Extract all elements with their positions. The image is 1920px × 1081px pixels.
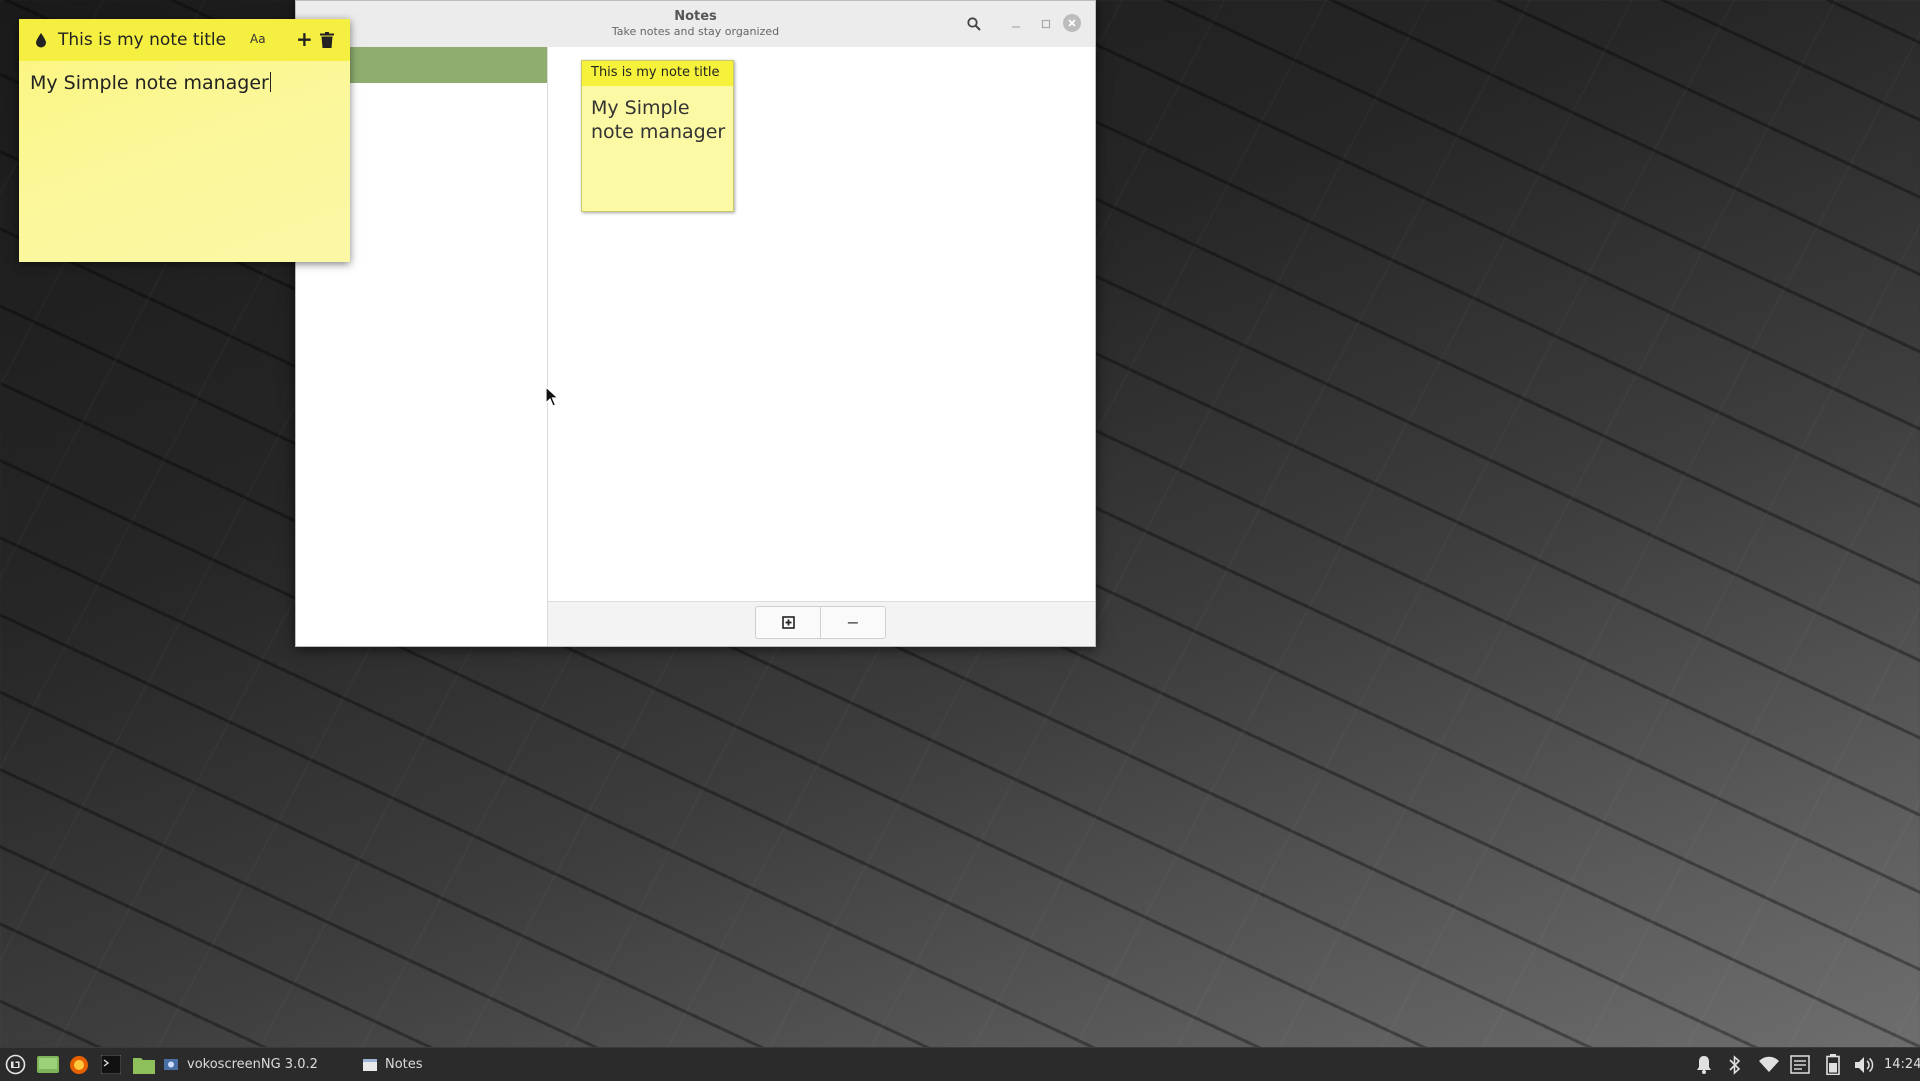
vokoscreen-icon (164, 1058, 178, 1070)
clock[interactable]: 14:24 (1884, 1057, 1920, 1072)
terminal-icon (101, 1055, 121, 1074)
volume-icon (1855, 1056, 1874, 1073)
start-menu-button[interactable] (5, 1054, 26, 1075)
wifi-icon (1759, 1056, 1779, 1072)
firefox-icon (70, 1055, 88, 1074)
show-desktop-button[interactable] (37, 1054, 59, 1075)
add-sticky-button[interactable]: + (296, 27, 313, 51)
clipboard-tray[interactable] (1790, 1054, 1810, 1075)
bluetooth-tray[interactable] (1728, 1054, 1742, 1075)
sticky-note-header[interactable]: This is my note title Aa + (19, 19, 350, 61)
task-notes[interactable]: Notes (363, 1054, 423, 1075)
text-caret (269, 72, 271, 92)
sticky-note-body: My Simple note manager (30, 72, 269, 94)
battery-icon (1826, 1054, 1840, 1075)
notes-window: Notes Take notes and stay organized This… (295, 0, 1096, 647)
note-card-title: This is my note title (582, 61, 733, 86)
color-drop-icon[interactable] (35, 32, 47, 48)
mint-menu-icon (5, 1054, 26, 1075)
maximize-icon (1041, 19, 1051, 29)
add-note-icon (781, 616, 795, 629)
minimize-icon (1012, 26, 1020, 28)
wifi-tray[interactable] (1758, 1054, 1780, 1075)
bluetooth-icon (1729, 1054, 1741, 1075)
sticky-note-window[interactable]: This is my note title Aa + My Simple not… (19, 19, 350, 262)
notes-app-icon (363, 1058, 377, 1071)
notifications-tray[interactable] (1695, 1054, 1713, 1075)
close-icon (1068, 19, 1076, 27)
desktop-icon (37, 1056, 59, 1073)
remove-note-icon: − (846, 613, 860, 632)
font-size-icon[interactable]: Aa (250, 32, 266, 46)
note-card-body: My Simple note manager (591, 97, 726, 143)
search-button[interactable] (963, 13, 985, 35)
folder-icon (133, 1057, 155, 1074)
remove-note-button[interactable]: − (820, 606, 886, 639)
notes-list-icon (1790, 1055, 1810, 1074)
bell-icon (1697, 1056, 1711, 1074)
add-note-button[interactable] (755, 606, 821, 639)
task-vokoscreen[interactable]: vokoscreenNG 3.0.2 (163, 1054, 318, 1075)
close-button[interactable] (1063, 14, 1081, 32)
sticky-note-title[interactable]: This is my note title (58, 30, 226, 50)
search-icon (967, 17, 981, 31)
note-card[interactable]: This is my note title My Simple note man… (581, 60, 734, 212)
firefox-launcher[interactable] (69, 1054, 89, 1075)
taskbar: vokoscreenNG 3.0.2 Notes 14:24 (0, 1047, 1920, 1081)
notes-bottom-bar: − (548, 601, 1095, 646)
task-label-notes: Notes (385, 1057, 423, 1072)
maximize-button[interactable] (1035, 13, 1057, 35)
mouse-cursor-icon (545, 386, 559, 407)
notes-titlebar[interactable]: Notes Take notes and stay organized (296, 1, 1095, 48)
notes-content: This is my note title My Simple note man… (548, 47, 1095, 602)
volume-tray[interactable] (1854, 1054, 1874, 1075)
sticky-note-text[interactable]: My Simple note manager (30, 72, 271, 94)
minimize-button[interactable] (1005, 13, 1027, 35)
terminal-launcher[interactable] (101, 1054, 121, 1075)
battery-tray[interactable] (1826, 1054, 1840, 1075)
task-label-vokoscreen: vokoscreenNG 3.0.2 (187, 1057, 318, 1072)
files-launcher[interactable] (133, 1054, 155, 1075)
trash-icon[interactable] (320, 32, 334, 48)
